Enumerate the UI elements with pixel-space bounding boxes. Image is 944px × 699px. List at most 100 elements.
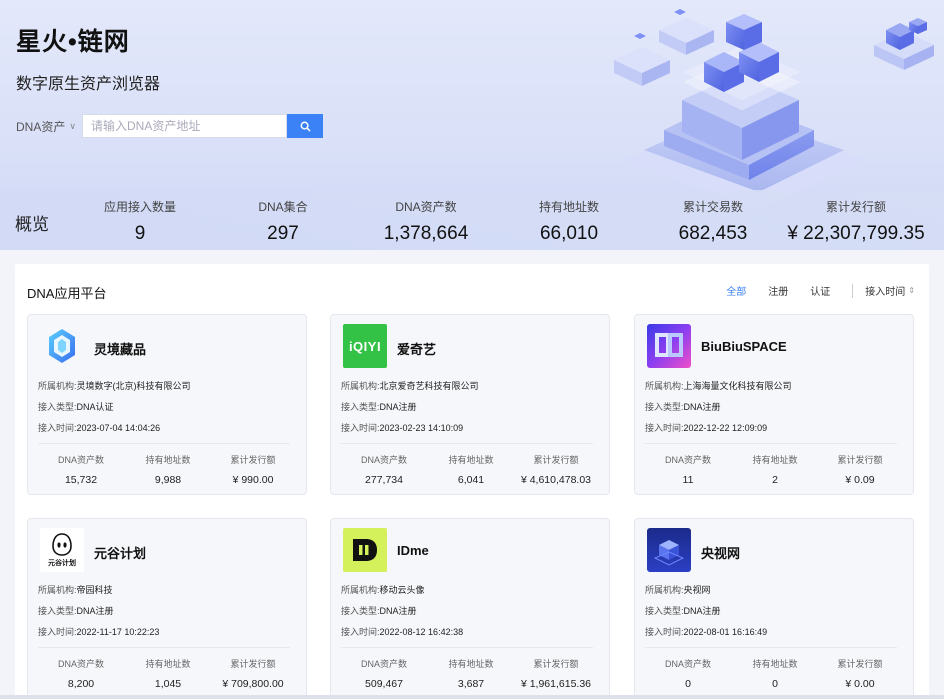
card-metric-holders: 持有地址数 2 [730, 453, 820, 486]
time-value: 2022-08-01 16:16:49 [683, 627, 768, 637]
card-org: 所属机构:北京爱奇艺科技有限公司 [341, 379, 479, 392]
platform-card[interactable]: iQIYI 爱奇艺 所属机构:北京爱奇艺科技有限公司 接入类型:DNA注册 接入时间:2… [330, 314, 610, 495]
time-value: 2023-07-04 14:04:26 [76, 423, 161, 433]
metric-value: 11 [682, 474, 694, 486]
card-time: 接入时间:2023-02-23 14:10:09 [341, 421, 463, 434]
stat-holders: 持有地址数 66,010 [526, 198, 612, 245]
card-metric-issued: 累计发行额 ¥ 709,800.00 [208, 657, 298, 690]
cctv-cube-logo [647, 528, 691, 572]
card-divider [645, 647, 897, 648]
metric-label: DNA资产数 [57, 455, 104, 465]
metric-label: DNA资产数 [360, 659, 407, 669]
time-label: 接入时间: [341, 423, 380, 433]
stat-value: 9 [134, 223, 146, 244]
metric-value: ¥ 709,800.00 [222, 678, 284, 690]
stat-label: 累计交易数 [682, 200, 743, 214]
search-type-select[interactable]: DNA资产 ∨ [16, 118, 82, 135]
metric-label: DNA资产数 [664, 659, 711, 669]
card-metric-assets: DNA资产数 15,732 [36, 453, 126, 486]
card-metric-assets: DNA资产数 11 [643, 453, 733, 486]
filter-register[interactable]: 注册 [768, 283, 788, 298]
org-label: 所属机构: [341, 585, 380, 595]
search-icon [300, 121, 311, 132]
stat-label: 累计发行额 [825, 200, 886, 214]
filter-all[interactable]: 全部 [726, 283, 746, 298]
yuangu-logo-text: 元谷计划 [48, 559, 76, 567]
card-org: 所属机构:上海海量文化科技有限公司 [645, 379, 792, 392]
org-label: 所属机构: [38, 585, 77, 595]
time-value: 2022-11-17 10:22:23 [76, 627, 160, 637]
metric-value: ¥ 990.00 [232, 474, 274, 486]
card-org: 所属机构:灵境数字(北京)科技有限公司 [38, 379, 191, 392]
card-metric-assets: DNA资产数 509,467 [339, 657, 429, 690]
metric-label: 累计发行额 [837, 455, 883, 465]
search-button[interactable] [287, 114, 323, 138]
card-divider [341, 647, 593, 648]
stat-value: 682,453 [678, 223, 748, 244]
time-label: 接入时间: [645, 423, 684, 433]
card-metric-holders: 持有地址数 0 [730, 657, 820, 690]
card-time: 接入时间:2022-11-17 10:22:23 [38, 625, 159, 638]
biubiu-space-logo [647, 324, 691, 368]
card-metric-assets: DNA资产数 0 [643, 657, 733, 690]
platform-card[interactable]: 元谷计划 元谷计划 所属机构:帝园科技 接入类型:DNA注册 接入时间:2022-11-… [27, 518, 307, 699]
stat-label: 持有地址数 [538, 200, 599, 214]
metric-value: 0 [685, 678, 691, 690]
org-label: 所属机构: [341, 381, 380, 391]
metric-label: 累计发行额 [837, 659, 883, 669]
stat-label: DNA资产数 [395, 200, 457, 214]
card-name: 灵境藏品 [94, 342, 147, 357]
metric-label: DNA资产数 [57, 659, 104, 669]
type-value: DNA注册 [76, 606, 114, 616]
card-time: 接入时间:2022-08-12 16:42:38 [341, 625, 463, 638]
card-metric-issued: 累计发行额 ¥ 4,610,478.03 [511, 453, 601, 486]
platform-card[interactable]: 央视网 所属机构:央视网 接入类型:DNA注册 接入时间:2022-08-01 16:… [634, 518, 914, 699]
org-value: 帝园科技 [76, 585, 113, 595]
org-label: 所属机构: [645, 381, 684, 391]
metric-label: 累计发行额 [230, 659, 276, 669]
site-title: 星火•链网 [16, 28, 130, 56]
metric-value: 0 [772, 678, 778, 690]
card-org: 所属机构:移动云头像 [341, 583, 425, 596]
card-type: 接入类型:DNA认证 [38, 400, 114, 413]
metric-value: 6,041 [457, 474, 485, 486]
metric-label: 持有地址数 [752, 659, 798, 669]
card-metric-issued: 累计发行额 ¥ 990.00 [208, 453, 298, 486]
bottom-scrollbar [0, 695, 944, 699]
type-label: 接入类型: [341, 606, 380, 616]
metric-label: DNA资产数 [664, 455, 711, 465]
platform-card[interactable]: 灵境藏品 所属机构:灵境数字(北京)科技有限公司 接入类型:DNA认证 接入时间:20… [27, 314, 307, 495]
metric-label: 持有地址数 [448, 659, 494, 669]
platform-card[interactable]: BiuBiuSPACE 所属机构:上海海量文化科技有限公司 接入类型:DNA注册 接入… [634, 314, 914, 495]
type-label: 接入类型: [645, 606, 684, 616]
card-metric-holders: 持有地址数 6,041 [426, 453, 516, 486]
metric-value: ¥ 4,610,478.03 [520, 474, 592, 486]
metric-label: 累计发行额 [533, 659, 579, 669]
card-metric-issued: 累计发行额 ¥ 1,961,615.36 [511, 657, 601, 690]
panel-title: DNA应用平台 [27, 286, 107, 301]
card-metric-assets: DNA资产数 277,734 [339, 453, 429, 486]
card-metric-holders: 持有地址数 9,988 [123, 453, 213, 486]
card-divider [38, 647, 290, 648]
filter-certify[interactable]: 认证 [810, 283, 830, 298]
platform-card[interactable]: IDme 所属机构:移动云头像 接入类型:DNA注册 接入时间:2022-08-12 … [330, 518, 610, 699]
search-type-label: DNA资产 [16, 119, 66, 134]
dna-platform-panel: DNA应用平台 全部 注册 认证 接入时间 ⇕ 灵境藏品所属机构:灵境数字(北京… [15, 264, 929, 699]
sort-by-time[interactable]: 接入时间 ⇕ [865, 283, 915, 298]
metric-label: 持有地址数 [145, 659, 191, 669]
time-label: 接入时间: [38, 627, 77, 637]
card-org: 所属机构:央视网 [645, 583, 711, 596]
metric-value: 8,200 [67, 678, 95, 690]
card-type: 接入类型:DNA注册 [38, 604, 114, 617]
stat-value: 297 [267, 223, 299, 244]
time-value: 2023-02-23 14:10:09 [379, 423, 464, 433]
metric-value: 3,687 [457, 678, 485, 690]
metric-label: 持有地址数 [145, 455, 191, 465]
card-metric-issued: 累计发行额 ¥ 0.09 [815, 453, 905, 486]
card-metric-holders: 持有地址数 3,687 [426, 657, 516, 690]
type-value: DNA注册 [379, 402, 417, 412]
search-input[interactable] [82, 114, 287, 138]
type-label: 接入类型: [341, 402, 380, 412]
stat-dna-collections: DNA集合 297 [243, 198, 323, 245]
card-name: IDme [397, 543, 429, 558]
